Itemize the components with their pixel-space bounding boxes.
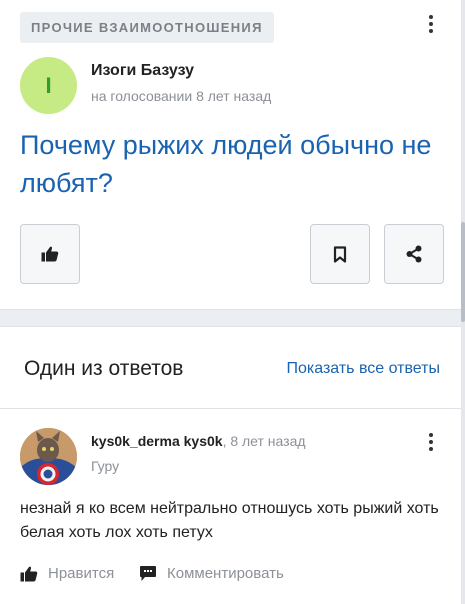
comment-label: Комментировать xyxy=(167,565,284,582)
bookmark-icon xyxy=(333,245,347,263)
thumbs-up-icon xyxy=(41,246,59,262)
answer-author[interactable]: kys0k_derma kys0k, 8 лет назад xyxy=(91,433,306,449)
avatar[interactable] xyxy=(20,428,77,485)
scrollbar[interactable] xyxy=(461,0,465,604)
comment-icon xyxy=(140,566,156,581)
question-title: Почему рыжих людей обычно не любят? xyxy=(20,130,432,198)
question-card: ПРОЧИЕ ВЗАИМООТНОШЕНИЯ I Изоги Базузу на… xyxy=(0,0,461,310)
scrollbar-thumb[interactable] xyxy=(461,222,465,322)
thumbs-up-icon xyxy=(20,566,38,581)
answer-card: Один из ответов Показать все ответы kys0… xyxy=(0,326,461,604)
author-name[interactable]: Изоги Базузу xyxy=(91,62,194,80)
bookmark-button[interactable] xyxy=(310,224,370,284)
share-button[interactable] xyxy=(384,224,444,284)
divider xyxy=(0,408,461,409)
avatar-image xyxy=(20,428,77,485)
avatar[interactable]: I xyxy=(20,57,77,114)
answer-rank: Гуру xyxy=(91,458,120,474)
category-badge[interactable]: ПРОЧИЕ ВЗАИМООТНОШЕНИЯ xyxy=(20,12,274,43)
more-options-icon[interactable] xyxy=(421,430,441,454)
more-options-icon[interactable] xyxy=(421,12,441,36)
like-action[interactable]: Нравится xyxy=(20,565,114,582)
question-meta: на голосовании 8 лет назад xyxy=(91,88,272,104)
like-label: Нравится xyxy=(48,565,115,582)
show-all-answers-link[interactable]: Показать все ответы xyxy=(286,360,440,378)
answers-header: Один из ответов xyxy=(24,357,184,380)
like-button[interactable] xyxy=(20,224,80,284)
comment-action[interactable]: Комментировать xyxy=(139,565,284,582)
share-icon xyxy=(406,245,422,263)
answer-time: , 8 лет назад xyxy=(222,433,306,449)
answer-author-name[interactable]: kys0k_derma kys0k xyxy=(91,433,223,449)
answer-text: незнай я ко всем нейтрально отношусь хот… xyxy=(20,500,439,541)
